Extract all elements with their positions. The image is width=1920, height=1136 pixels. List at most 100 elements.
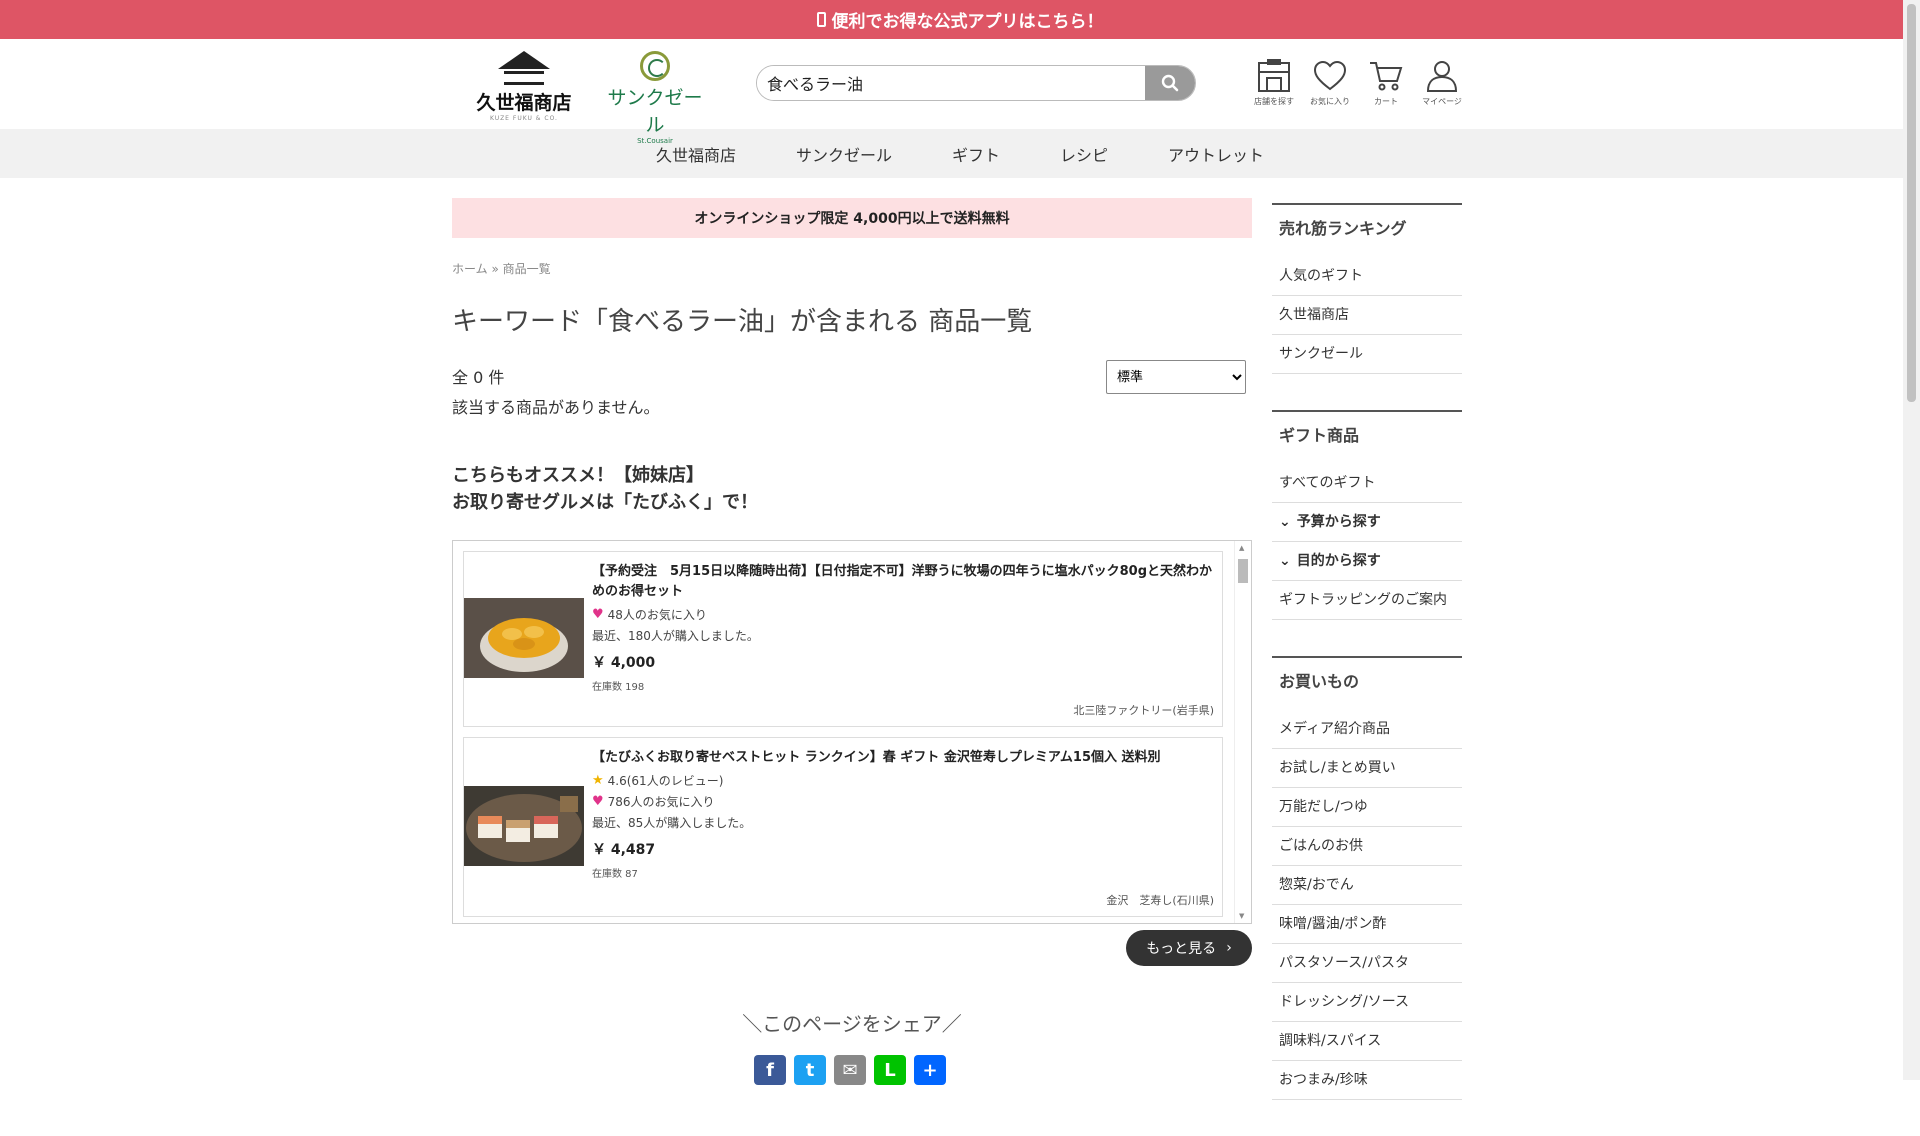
mypage-link[interactable]: マイページ xyxy=(1418,59,1466,107)
heart-icon xyxy=(1313,60,1347,91)
product-image-sushi xyxy=(464,786,584,866)
header-icons: 店舗を探す お気に入り カート マイページ xyxy=(1250,59,1466,107)
sidebar-shopping: お買いもの メディア紹介商品 お試し/まとめ買い 万能だし/つゆ ごはんのお供 … xyxy=(1272,656,1462,1100)
product-stock: 在庫数 198 xyxy=(592,682,645,693)
chevron-down-icon: ⌄ xyxy=(1279,553,1291,569)
search-icon xyxy=(1161,74,1179,92)
sidebar-item-all-gifts[interactable]: すべてのギフト xyxy=(1272,464,1462,503)
line-icon[interactable]: L xyxy=(874,1055,906,1085)
product-title[interactable]: 【たびふくお取り寄せベストヒット ランクイン】春 ギフト 金沢笹寿しプレミアム1… xyxy=(592,748,1214,768)
sidebar-item-dashi[interactable]: 万能だし/つゆ xyxy=(1272,788,1462,827)
cart-icon xyxy=(1370,62,1403,91)
more-button-label: もっと見る xyxy=(1146,941,1217,957)
sidebar-item-trial[interactable]: お試し/まとめ買い xyxy=(1272,749,1462,788)
product-favorites: 786人のお気に入り xyxy=(607,795,715,809)
global-nav: 久世福商店 サンクゼール ギフト レシピ アウトレット xyxy=(0,129,1920,178)
search-input[interactable] xyxy=(757,66,1145,100)
recommend-line-2: お取り寄せグルメは「たびふく」で！ xyxy=(452,492,758,513)
product-title[interactable]: 【予約受注 5月15日以降随時出荷】【日付指定不可】洋野うに牧場の四年うに塩水パ… xyxy=(592,562,1214,602)
search-button[interactable] xyxy=(1145,66,1195,100)
store-link[interactable]: 店舗を探す xyxy=(1250,59,1298,107)
share-icon[interactable]: + xyxy=(914,1055,946,1085)
sidebar-item-spice[interactable]: 調味料/スパイス xyxy=(1272,1022,1462,1061)
sidebar-item-stcousair[interactable]: サンクゼール xyxy=(1272,335,1462,374)
page-title: キーワード「食べるラー油」が含まれる 商品一覧 xyxy=(452,307,1033,337)
mypage-link-label: マイページ xyxy=(1422,97,1462,106)
cart-link[interactable]: カート xyxy=(1362,59,1410,107)
product-rating: 4.6(61人のレビュー) xyxy=(607,774,724,788)
chevron-right-icon: › xyxy=(1226,940,1232,956)
breadcrumb-separator: » xyxy=(491,262,499,276)
product-image-uni xyxy=(464,598,584,678)
widget-scrollbar[interactable]: ▲ ▼ xyxy=(1234,541,1251,923)
kuzefuku-logo-sub: KUZE FUKU & CO. xyxy=(490,115,558,122)
recommend-line-1: こちらもオススメ！【姉妹店】 xyxy=(452,465,704,486)
twitter-icon[interactable]: t xyxy=(794,1055,826,1085)
product-card[interactable]: 【たびふくお取り寄せベストヒット ランクイン】春 ギフト 金沢笹寿しプレミアム1… xyxy=(463,737,1223,917)
star-icon: ★ xyxy=(592,773,604,788)
heart-icon: ♥ xyxy=(592,794,604,809)
product-card[interactable]: 【予約受注 5月15日以降随時出荷】【日付指定不可】洋野うに牧場の四年うに塩水パ… xyxy=(463,551,1223,727)
sidebar-item-budget[interactable]: ⌄ 予算から探す xyxy=(1272,503,1462,542)
sidebar-item-miso[interactable]: 味噌/醤油/ポン酢 xyxy=(1272,905,1462,944)
sidebar-item-purpose[interactable]: ⌄ 目的から探す xyxy=(1272,542,1462,581)
sidebar: 売れ筋ランキング 人気のギフト 久世福商店 サンクゼール ギフト商品 すべてのギ… xyxy=(1272,203,1462,1136)
sidebar-item-gohan[interactable]: ごはんのお供 xyxy=(1272,827,1462,866)
page-scroll-thumb[interactable] xyxy=(1907,4,1916,402)
sidebar-item-otsumami[interactable]: おつまみ/珍味 xyxy=(1272,1061,1462,1100)
nav-outlet[interactable]: アウトレット xyxy=(1138,142,1294,166)
heart-icon: ♥ xyxy=(592,607,604,622)
share-buttons: f t ✉ L + xyxy=(754,1055,946,1085)
scroll-up-icon[interactable]: ▲ xyxy=(1239,544,1244,552)
app-banner-text: 便利でお得な公式アプリはこちら！ xyxy=(831,12,1104,32)
nav-kuzefuku[interactable]: 久世福商店 xyxy=(626,142,766,166)
search-bar xyxy=(756,65,1196,101)
stcousair-mark-icon xyxy=(640,51,670,81)
product-shop: 金沢 芝寿し(石川県) xyxy=(1106,894,1214,907)
nav-gift[interactable]: ギフト xyxy=(922,142,1030,166)
sidebar-item-popular-gift[interactable]: 人気のギフト xyxy=(1272,257,1462,296)
stcousair-logo[interactable]: サンクゼール St.Cousair xyxy=(600,51,710,145)
product-purchased: 最近、85人が購入しました。 xyxy=(592,816,752,830)
recommend-heading: こちらもオススメ！【姉妹店】 お取り寄せグルメは「たびふく」で！ xyxy=(452,462,1252,516)
more-button[interactable]: もっと見る › xyxy=(1126,930,1252,966)
sidebar-item-dressing[interactable]: ドレッシング/ソース xyxy=(1272,983,1462,1022)
app-banner[interactable]: 便利でお得な公式アプリはこちら！ xyxy=(0,0,1920,39)
facebook-icon[interactable]: f xyxy=(754,1055,786,1085)
kuzefuku-logo-name: 久世福商店 xyxy=(476,92,572,114)
sidebar-shopping-title: お買いもの xyxy=(1279,672,1360,691)
sidebar-item-pasta[interactable]: パスタソース/パスタ xyxy=(1272,944,1462,983)
breadcrumb-home[interactable]: ホーム xyxy=(452,262,488,276)
favorites-link[interactable]: お気に入り xyxy=(1306,59,1354,107)
nav-stcousair[interactable]: サンクゼール xyxy=(766,142,922,166)
breadcrumb: ホーム » 商品一覧 xyxy=(452,260,1252,277)
stcousair-logo-sub: St.Cousair xyxy=(637,137,673,145)
sort-select[interactable]: 標準 xyxy=(1106,360,1246,394)
no-results-message: 該当する商品がありません。 xyxy=(452,398,660,417)
product-stock: 在庫数 87 xyxy=(592,869,638,880)
sidebar-item-media[interactable]: メディア紹介商品 xyxy=(1272,710,1462,749)
nav-recipe[interactable]: レシピ xyxy=(1030,142,1138,166)
scroll-down-icon[interactable]: ▼ xyxy=(1239,912,1244,920)
sidebar-item-souzai[interactable]: 惣菜/おでん xyxy=(1272,866,1462,905)
sidebar-ranking: 売れ筋ランキング 人気のギフト 久世福商店 サンクゼール xyxy=(1272,203,1462,374)
product-price: ￥ 4,487 xyxy=(592,842,656,858)
chevron-down-icon: ⌄ xyxy=(1279,514,1291,530)
phone-icon xyxy=(816,12,826,27)
breadcrumb-current: 商品一覧 xyxy=(502,262,551,276)
free-shipping-promo: オンラインショップ限定 4,000円以上で送料無料 xyxy=(452,198,1252,238)
cart-link-label: カート xyxy=(1374,97,1398,106)
main-content: オンラインショップ限定 4,000円以上で送料無料 ホーム » 商品一覧 キーワ… xyxy=(452,198,1252,1085)
sidebar-item-kuzefuku[interactable]: 久世福商店 xyxy=(1272,296,1462,335)
widget-scroll-thumb[interactable] xyxy=(1238,559,1248,583)
product-shop: 北三陸ファクトリー(岩手県) xyxy=(1073,704,1214,717)
sidebar-gift: ギフト商品 すべてのギフト ⌄ 予算から探す ⌄ 目的から探す ギフトラッピングのご… xyxy=(1272,410,1462,620)
store-icon xyxy=(1258,59,1290,92)
favorites-link-label: お気に入り xyxy=(1310,97,1350,106)
email-icon[interactable]: ✉ xyxy=(834,1055,866,1085)
sidebar-item-wrapping[interactable]: ギフトラッピングのご案内 xyxy=(1272,581,1462,620)
house-roof-icon xyxy=(498,51,550,69)
kuzefuku-logo[interactable]: 久世福商店 KUZE FUKU & CO. xyxy=(472,51,576,122)
sidebar-gift-title: ギフト商品 xyxy=(1279,426,1360,445)
page-scrollbar[interactable] xyxy=(1903,0,1920,1080)
